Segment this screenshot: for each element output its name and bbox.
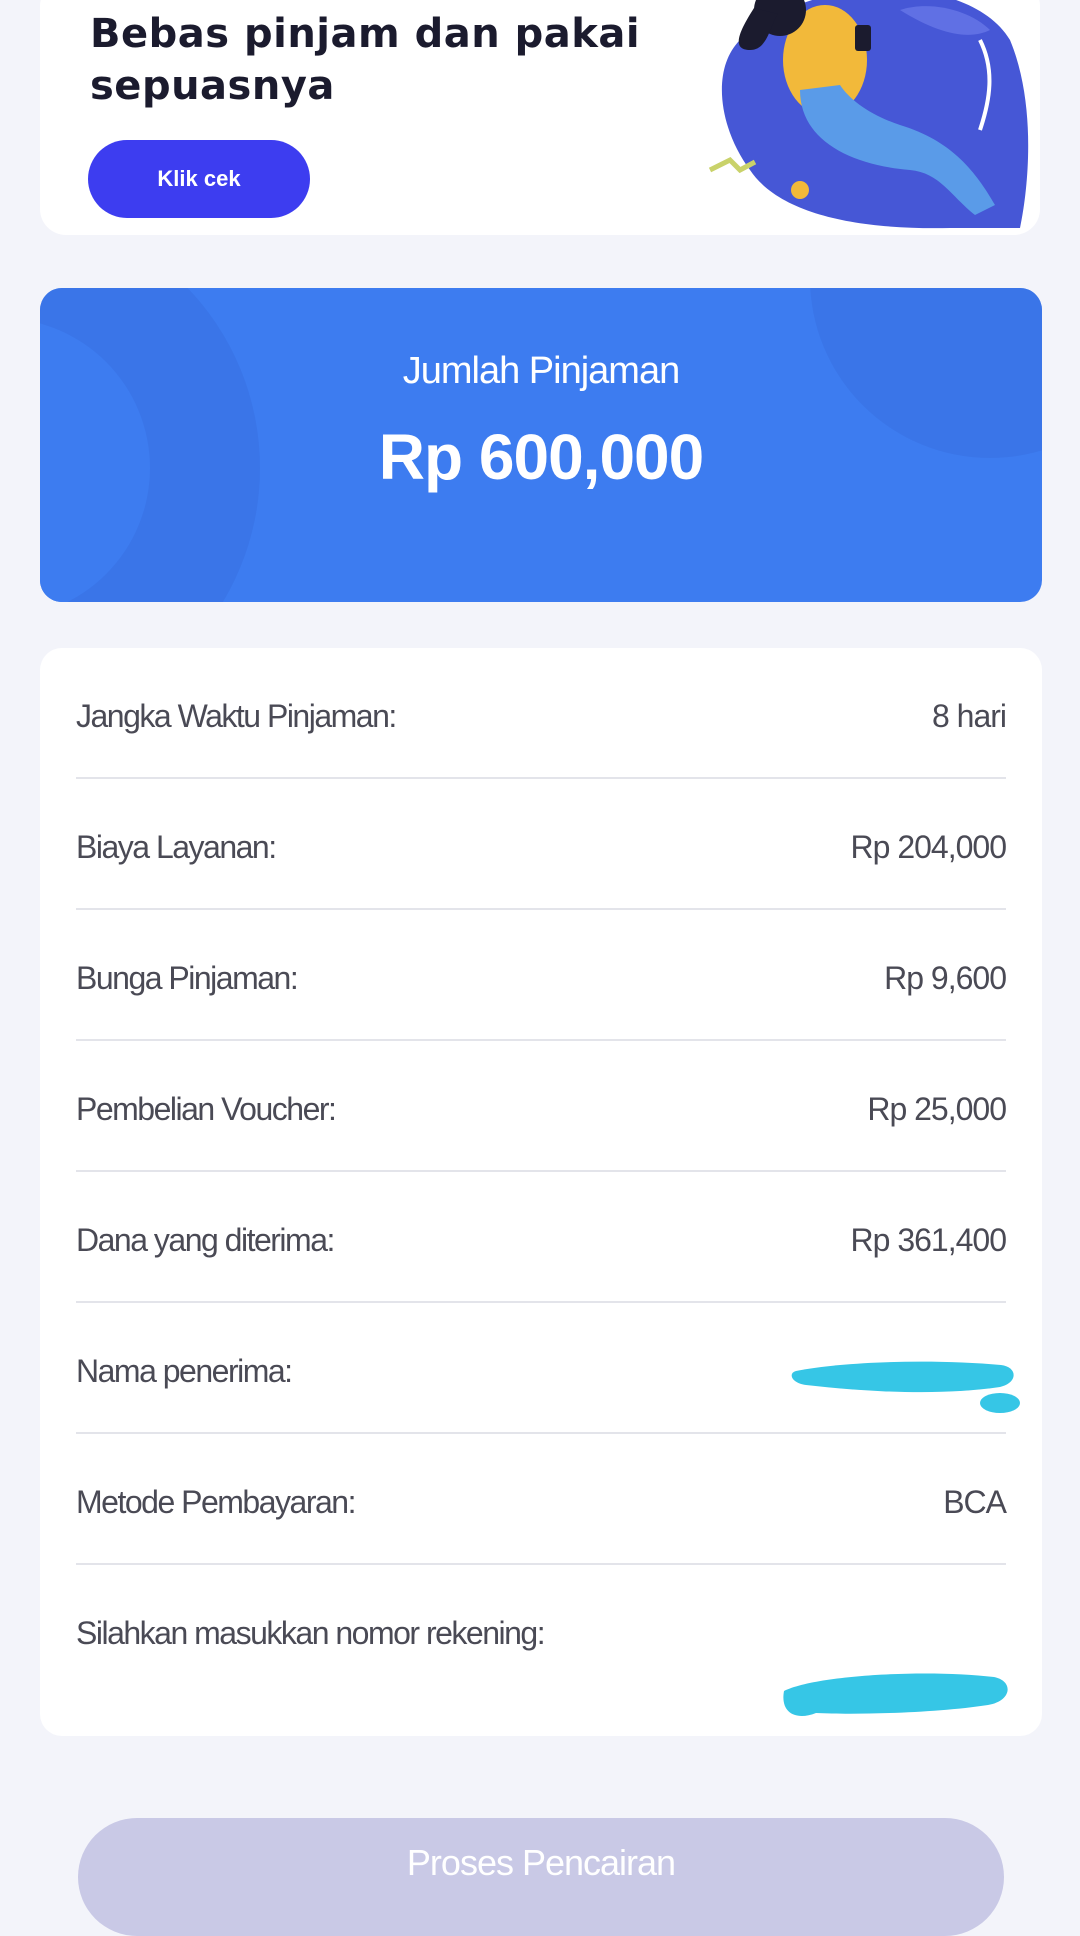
loan-amount-card: Jumlah Pinjaman Rp 600,000 — [40, 288, 1042, 602]
detail-row-account-number[interactable]: Silahkan masukkan nomor rekening: — [76, 1565, 1008, 1745]
detail-row-interest: Bunga Pinjaman: Rp 9,600 — [76, 910, 1007, 1041]
detail-row-loan-term: Jangka Waktu Pinjaman: 8 hari — [76, 648, 1007, 779]
loan-amount-value: Rp 600,000 — [378, 421, 704, 493]
detail-label: Dana yang diterima: — [76, 1222, 335, 1258]
detail-value: BCA — [943, 1484, 1007, 1520]
detail-label: Nama penerima: — [76, 1353, 293, 1389]
detail-label: Bunga Pinjaman: — [76, 960, 299, 996]
detail-label: Jangka Waktu Pinjaman: — [76, 698, 397, 734]
detail-row-payment-method: Metode Pembayaran: BCA — [76, 1434, 1007, 1565]
detail-label: Metode Pembayaran: — [76, 1484, 356, 1520]
detail-value: 8 hari — [931, 698, 1007, 734]
loan-amount-label: Jumlah Pinjaman — [402, 350, 680, 392]
detail-value: Rp 361,400 — [850, 1222, 1007, 1258]
banner-illustration — [708, 0, 1029, 229]
detail-label: Pembelian Voucher: — [76, 1091, 337, 1127]
banner-title: Bebas pinjam dan pakai sepuasnya — [90, 11, 641, 109]
redaction-mark — [783, 1673, 1008, 1717]
detail-row-service-fee: Biaya Layanan: Rp 204,000 — [76, 779, 1007, 910]
detail-row-recipient-name: Nama penerima: — [76, 1303, 1020, 1434]
detail-row-voucher: Pembelian Voucher: Rp 25,000 — [76, 1041, 1007, 1172]
detail-value: Rp 9,600 — [884, 960, 1007, 996]
detail-value: Rp 25,000 — [867, 1091, 1007, 1127]
detail-label: Biaya Layanan: — [76, 829, 277, 865]
redaction-mark — [791, 1361, 1020, 1413]
loan-details-card: Jangka Waktu Pinjaman: 8 hari Biaya Laya… — [40, 648, 1042, 1736]
detail-label: Silahkan masukkan nomor rekening: — [76, 1615, 546, 1651]
detail-value: Rp 204,000 — [850, 829, 1007, 865]
promo-banner: Bebas pinjam dan pakai sepuasnya Klik ce… — [40, 0, 1040, 235]
detail-row-funds-received: Dana yang diterima: Rp 361,400 — [76, 1172, 1007, 1303]
process-disbursement-button[interactable]: Proses Pencairan — [78, 1818, 1004, 1936]
check-button[interactable]: Klik cek — [88, 140, 310, 218]
